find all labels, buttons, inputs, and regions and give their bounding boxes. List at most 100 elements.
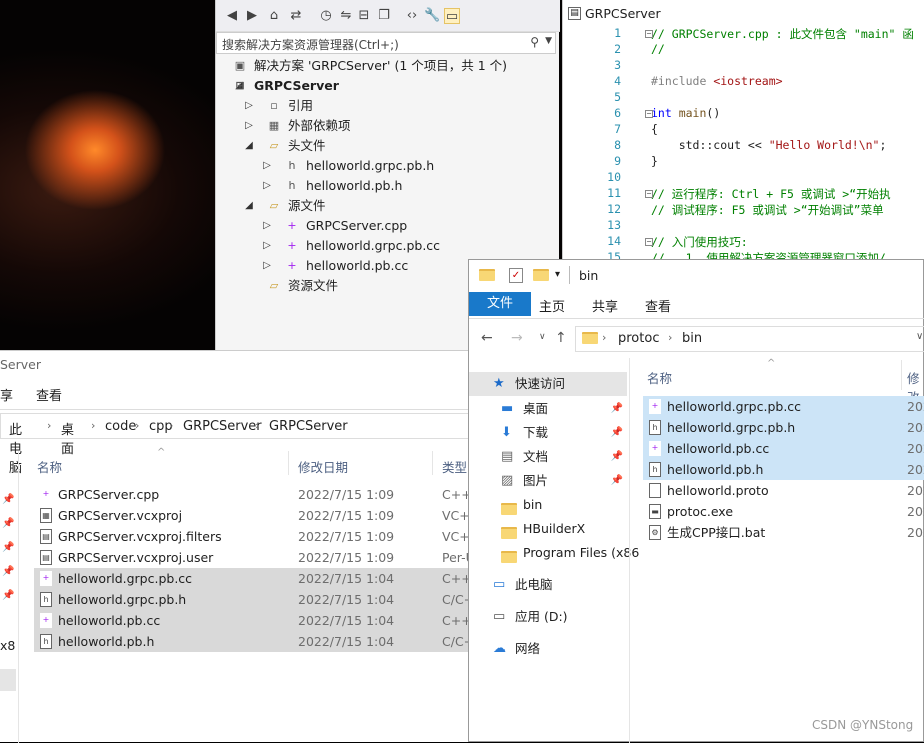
nav-item-partial[interactable]: x8 (0, 638, 15, 653)
chevron-down-icon[interactable]: ◢ (244, 136, 254, 156)
chevron-right-icon[interactable]: ▷ (244, 116, 254, 136)
editor-tab[interactable]: ▤ GRPCServer (563, 4, 924, 24)
forward-arrow-icon[interactable]: → (511, 330, 523, 346)
breadcrumb-item[interactable]: protoc (618, 331, 659, 346)
fold-toggle-icon[interactable]: − (645, 30, 653, 38)
breadcrumb-item[interactable]: 此电脑 (9, 419, 22, 476)
file-row[interactable]: + helloworld.pb.cc 2022/7/15 1:04 C++ (34, 610, 478, 631)
file-row[interactable]: ⚙ 生成CPP接口.bat 202 (643, 522, 924, 543)
file-row[interactable]: h helloworld.grpc.pb.h 202 (643, 417, 924, 438)
nav-item[interactable]: ☁ 网络 (469, 637, 627, 661)
tree-item[interactable]: ▷ + helloworld.grpc.pb.cc (216, 236, 560, 256)
fold-toggle-icon[interactable]: − (645, 238, 653, 246)
chevron-right-icon[interactable]: ▷ (244, 96, 254, 116)
code-view-icon[interactable]: ‹› (404, 8, 420, 24)
switch-views-icon[interactable]: ⇄ (288, 8, 304, 24)
code-area[interactable]: 1// GRPCServer.cpp : 此文件包含 "main" 函 −2//3… (563, 26, 924, 265)
nav-item[interactable]: ▨ 图片 📌 (469, 469, 627, 493)
file-row[interactable]: ▬ protoc.exe 202 (643, 501, 924, 522)
chevron-right-icon[interactable]: ▷ (262, 236, 272, 256)
breadcrumb-item[interactable]: 桌面 (61, 419, 74, 457)
back-icon[interactable]: ◀ (224, 8, 240, 24)
tree-item[interactable]: ▷ + GRPCServer.cpp (216, 216, 560, 236)
code-line: int main() (651, 106, 720, 120)
address-bar[interactable]: 此电脑 › 桌面 › code › cpp › GRPCServer › GRPCServer (0, 413, 478, 476)
file-row[interactable]: h helloworld.pb.h 202 (643, 459, 924, 480)
nav-selected-item[interactable] (0, 669, 16, 691)
home-icon[interactable]: ⌂ (266, 8, 282, 24)
tree-item[interactable]: ▷ h helloworld.pb.h (216, 176, 560, 196)
nav-divider[interactable] (629, 358, 630, 743)
column-header-date[interactable]: 修改日期 (298, 457, 348, 476)
nav-item[interactable]: ★ 快速访问 (469, 372, 627, 396)
fold-toggle-icon[interactable]: − (645, 190, 653, 198)
tree-item[interactable]: ◢ ▱ 头文件 (216, 136, 560, 156)
ribbon-tab-share[interactable]: 共享 (592, 296, 618, 315)
nav-item[interactable]: HBuilderX (469, 517, 627, 541)
properties-wrench-icon[interactable]: 🔧 (424, 8, 440, 24)
column-divider[interactable] (901, 360, 902, 390)
properties-icon[interactable]: ✓ (509, 268, 523, 283)
tree-item[interactable]: ◢ ▱ 源文件 (216, 196, 560, 216)
ribbon-tab-view[interactable]: 查看 (36, 385, 62, 404)
quick-access-dropdown-icon[interactable]: ▾ (555, 269, 560, 280)
address-bar[interactable]: › protoc › bin ∨ (575, 326, 924, 352)
new-folder-icon[interactable] (533, 269, 549, 284)
breadcrumb-item[interactable]: code (105, 419, 136, 434)
solution-search-input[interactable]: 搜索解决方案资源管理器(Ctrl+;) ⚲ ▼ (216, 32, 556, 54)
file-row[interactable]: + helloworld.grpc.pb.cc 2022/7/15 1:04 C++ (34, 568, 478, 589)
column-divider[interactable] (432, 451, 433, 475)
search-icon[interactable]: ⚲ (530, 35, 539, 49)
file-row[interactable]: ▦ GRPCServer.vcxproj 2022/7/15 1:09 VC+ (34, 505, 478, 526)
breadcrumb-item[interactable]: GRPCServer (183, 419, 262, 434)
preview-icon[interactable]: ▭ (444, 8, 460, 24)
file-row[interactable]: + GRPCServer.cpp 2022/7/15 1:09 C++ (34, 484, 478, 505)
nav-item[interactable]: bin (469, 493, 627, 517)
file-row[interactable]: helloworld.proto 202 (643, 480, 924, 501)
dropdown-arrow-icon[interactable]: ▼ (545, 36, 552, 46)
back-arrow-icon[interactable]: ← (481, 330, 493, 346)
fold-toggle-icon[interactable]: − (645, 110, 653, 118)
chevron-right-icon[interactable]: ▷ (262, 256, 272, 276)
tree-item[interactable]: ▷ ▦ 外部依赖项 (216, 116, 560, 136)
collapse-all-icon[interactable]: ⊟ (356, 8, 372, 24)
ribbon-tab-home[interactable]: 主页 (539, 296, 565, 315)
chevron-right-icon[interactable]: ▷ (262, 156, 272, 176)
nav-item[interactable]: ▭ 应用 (D:) (469, 605, 627, 629)
address-dropdown-icon[interactable]: ∨ (916, 331, 923, 342)
file-row[interactable]: + helloworld.pb.cc 202 (643, 438, 924, 459)
tree-item[interactable]: ▷ ▫ 引用 (216, 96, 560, 116)
breadcrumb-item[interactable]: bin (682, 331, 702, 346)
column-header-type[interactable]: 类型 (442, 457, 467, 476)
recent-locations-icon[interactable]: ∨ (539, 332, 546, 342)
nav-item[interactable]: ▤ 文档 📌 (469, 445, 627, 469)
forward-icon[interactable]: ▶ (244, 8, 260, 24)
ribbon-tab-view[interactable]: 查看 (645, 296, 671, 315)
file-row[interactable]: h helloworld.grpc.pb.h 2022/7/15 1:04 C/C+ (34, 589, 478, 610)
sync-icon[interactable]: ⇋ (338, 8, 354, 24)
chevron-down-icon[interactable]: ◢ (244, 196, 254, 216)
breadcrumb-item[interactable]: GRPCServer (269, 419, 348, 434)
file-row[interactable]: h helloworld.pb.h 2022/7/15 1:04 C/C+ (34, 631, 478, 652)
file-row[interactable]: ▤ GRPCServer.vcxproj.user 2022/7/15 1:09 Pe… (34, 547, 478, 568)
file-row[interactable]: + helloworld.grpc.pb.cc 202 (643, 396, 924, 417)
ribbon-tab-file[interactable]: 文件 (469, 292, 531, 316)
column-header-name[interactable]: 名称 (647, 368, 672, 387)
sort-asc-icon: ^ (157, 447, 166, 458)
nav-item[interactable]: ⬇ 下载 📌 (469, 421, 627, 445)
tree-item[interactable]: ▷ h helloworld.grpc.pb.h (216, 156, 560, 176)
tree-item[interactable]: ◢ ⊞ GRPCServer (216, 76, 560, 96)
column-header-name[interactable]: 名称 (37, 457, 62, 476)
column-divider[interactable] (288, 451, 289, 475)
nav-item[interactable]: Program Files (x86 (469, 541, 639, 565)
history-icon[interactable]: ◷ (318, 8, 334, 24)
nav-item[interactable]: ▬ 桌面 📌 (469, 397, 627, 421)
copy-icon[interactable]: ❐ (376, 8, 392, 24)
tree-item[interactable]: ▣ 解决方案 'GRPCServer' (1 个项目，共 1 个) (216, 56, 560, 76)
file-row[interactable]: ▤ GRPCServer.vcxproj.filters 2022/7/15 1:0… (34, 526, 478, 547)
nav-item[interactable]: ▭ 此电脑 (469, 573, 627, 597)
chevron-right-icon[interactable]: ▷ (262, 216, 272, 236)
chevron-right-icon[interactable]: ▷ (262, 176, 272, 196)
up-arrow-icon[interactable]: ↑ (555, 330, 567, 346)
ribbon-tab-share[interactable]: 享 (0, 385, 13, 404)
